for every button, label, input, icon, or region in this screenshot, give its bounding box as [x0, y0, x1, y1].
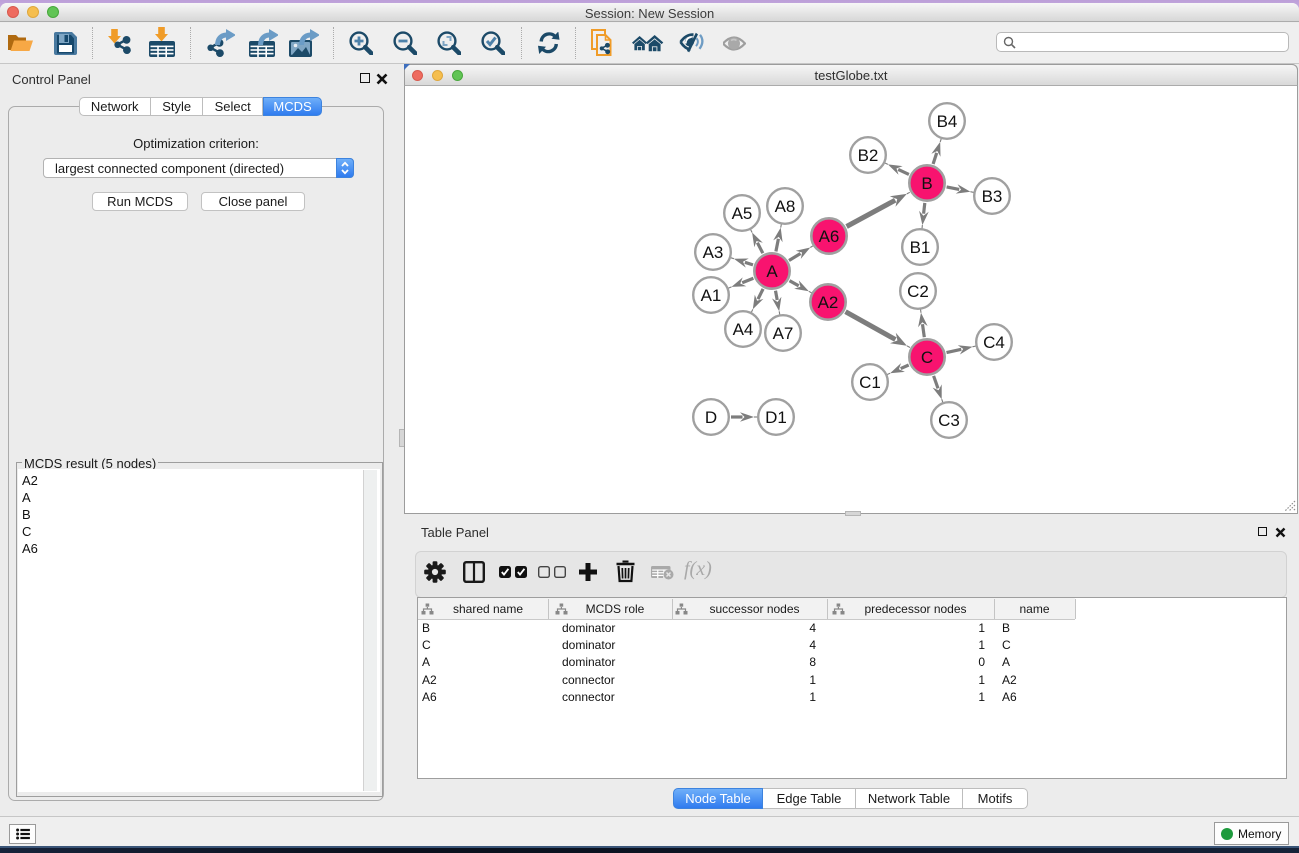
svg-text:B2: B2 — [858, 146, 879, 165]
svg-text:D: D — [705, 408, 717, 427]
svg-text:A4: A4 — [733, 320, 754, 339]
svg-text:A1: A1 — [701, 286, 722, 305]
svg-text:C: C — [921, 348, 933, 367]
svg-text:A6: A6 — [819, 227, 840, 246]
svg-text:A: A — [766, 262, 778, 281]
svg-text:A2: A2 — [818, 293, 839, 312]
svg-text:C2: C2 — [907, 282, 929, 301]
svg-text:B4: B4 — [937, 112, 958, 131]
svg-text:C1: C1 — [859, 373, 881, 392]
svg-text:C3: C3 — [938, 411, 960, 430]
svg-text:B: B — [921, 174, 932, 193]
svg-text:A8: A8 — [775, 197, 796, 216]
svg-text:B1: B1 — [910, 238, 931, 257]
svg-text:D1: D1 — [765, 408, 787, 427]
svg-text:C4: C4 — [983, 333, 1005, 352]
svg-text:A5: A5 — [732, 204, 753, 223]
svg-text:A3: A3 — [703, 243, 724, 262]
svg-text:B3: B3 — [982, 187, 1003, 206]
svg-text:A7: A7 — [773, 324, 794, 343]
